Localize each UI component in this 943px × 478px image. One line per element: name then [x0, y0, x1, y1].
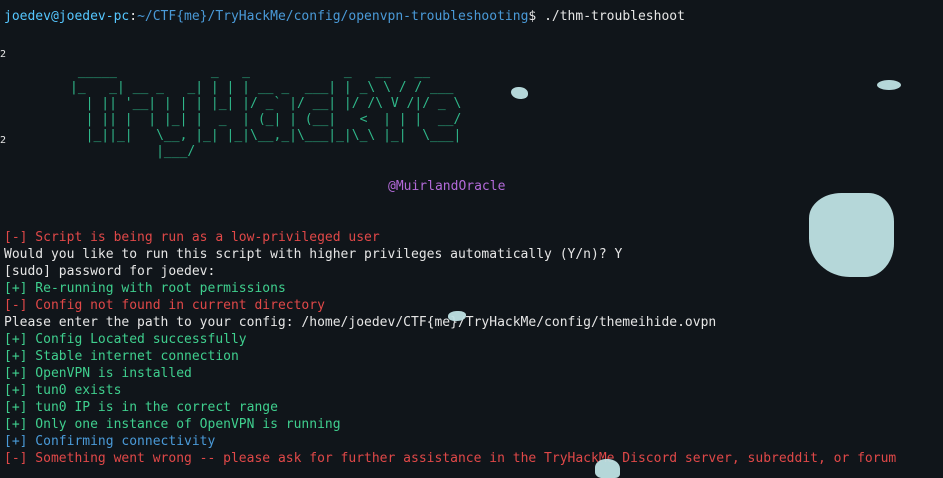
status-text: OpenVPN is installed [27, 366, 192, 381]
output-line: [-] Something went wrong -- please ask f… [4, 450, 896, 467]
status-text: Confirming connectivity [27, 434, 216, 449]
decorative-blob [809, 193, 894, 277]
edge-mark-1: 2 [0, 49, 7, 60]
author-handle: @MuirlandOracle [388, 179, 506, 194]
decorative-blob [877, 80, 901, 90]
status-text: tun0 exists [27, 383, 122, 398]
output-line: [+] Confirming connectivity [4, 433, 215, 450]
status-prefix: [+] [4, 349, 28, 364]
status-prefix: [+] [4, 332, 28, 347]
prompt-symbol: $ [528, 9, 545, 24]
output-line: [sudo] password for joedev: [4, 263, 215, 280]
status-text: [sudo] password for joedev: [4, 264, 216, 279]
status-text: Script is being run as a low-privileged … [27, 230, 380, 245]
output-line: [+] Stable internet connection [4, 348, 239, 365]
status-text: Config Located successfully [27, 332, 247, 347]
output-line: [-] Script is being run as a low-privile… [4, 229, 380, 246]
status-text: Config not found in current directory [27, 298, 325, 313]
output-line: Please enter the path to your config: /h… [4, 314, 716, 331]
output-line: [+] Re-running with root permissions [4, 280, 286, 297]
status-text: Stable internet connection [27, 349, 239, 364]
output-line: [-] Config not found in current director… [4, 297, 325, 314]
decorative-blob [595, 459, 620, 478]
status-text: tun0 IP is in the correct range [27, 400, 278, 415]
edge-mark-2: 2 [0, 135, 7, 146]
output-line: [+] tun0 IP is in the correct range [4, 399, 278, 416]
status-text: Re-running with root permissions [27, 281, 286, 296]
output-line: [+] OpenVPN is installed [4, 365, 192, 382]
status-prefix: [+] [4, 417, 28, 432]
status-text: Only one instance of OpenVPN is running [27, 417, 341, 432]
prompt-line: joedev@joedev-pc:~/CTF{me}/TryHackMe/con… [4, 8, 685, 25]
status-prefix: [+] [4, 383, 28, 398]
decorative-blob [448, 311, 466, 321]
output-line: [+] tun0 exists [4, 382, 121, 399]
status-prefix: [-] [4, 451, 28, 466]
decorative-blob [511, 87, 528, 99]
ascii-banner: _____ _ _ _ __ __ |_ _| __ _ _| | | | __… [70, 64, 462, 159]
status-prefix: [+] [4, 400, 28, 415]
status-prefix: [+] [4, 281, 28, 296]
status-prefix: [-] [4, 230, 28, 245]
terminal-window[interactable]: joedev@joedev-pc:~/CTF{me}/TryHackMe/con… [0, 0, 943, 478]
status-prefix: [+] [4, 366, 28, 381]
prompt-user-host: joedev@joedev-pc [4, 9, 130, 24]
output-line: [+] Config Located successfully [4, 331, 247, 348]
output-line: Would you like to run this script with h… [4, 246, 622, 263]
status-prefix: [-] [4, 298, 28, 313]
prompt-path: ~/CTF{me}/TryHackMe/config/openvpn-troub… [137, 9, 529, 24]
output-line: [+] Only one instance of OpenVPN is runn… [4, 416, 341, 433]
status-prefix: [+] [4, 434, 28, 449]
status-text: Something went wrong -- please ask for f… [27, 451, 897, 466]
status-text: Please enter the path to your config: /h… [4, 315, 717, 330]
prompt-command: ./thm-troubleshoot [544, 9, 685, 24]
prompt-colon: : [129, 9, 138, 24]
status-text: Would you like to run this script with h… [4, 247, 623, 262]
